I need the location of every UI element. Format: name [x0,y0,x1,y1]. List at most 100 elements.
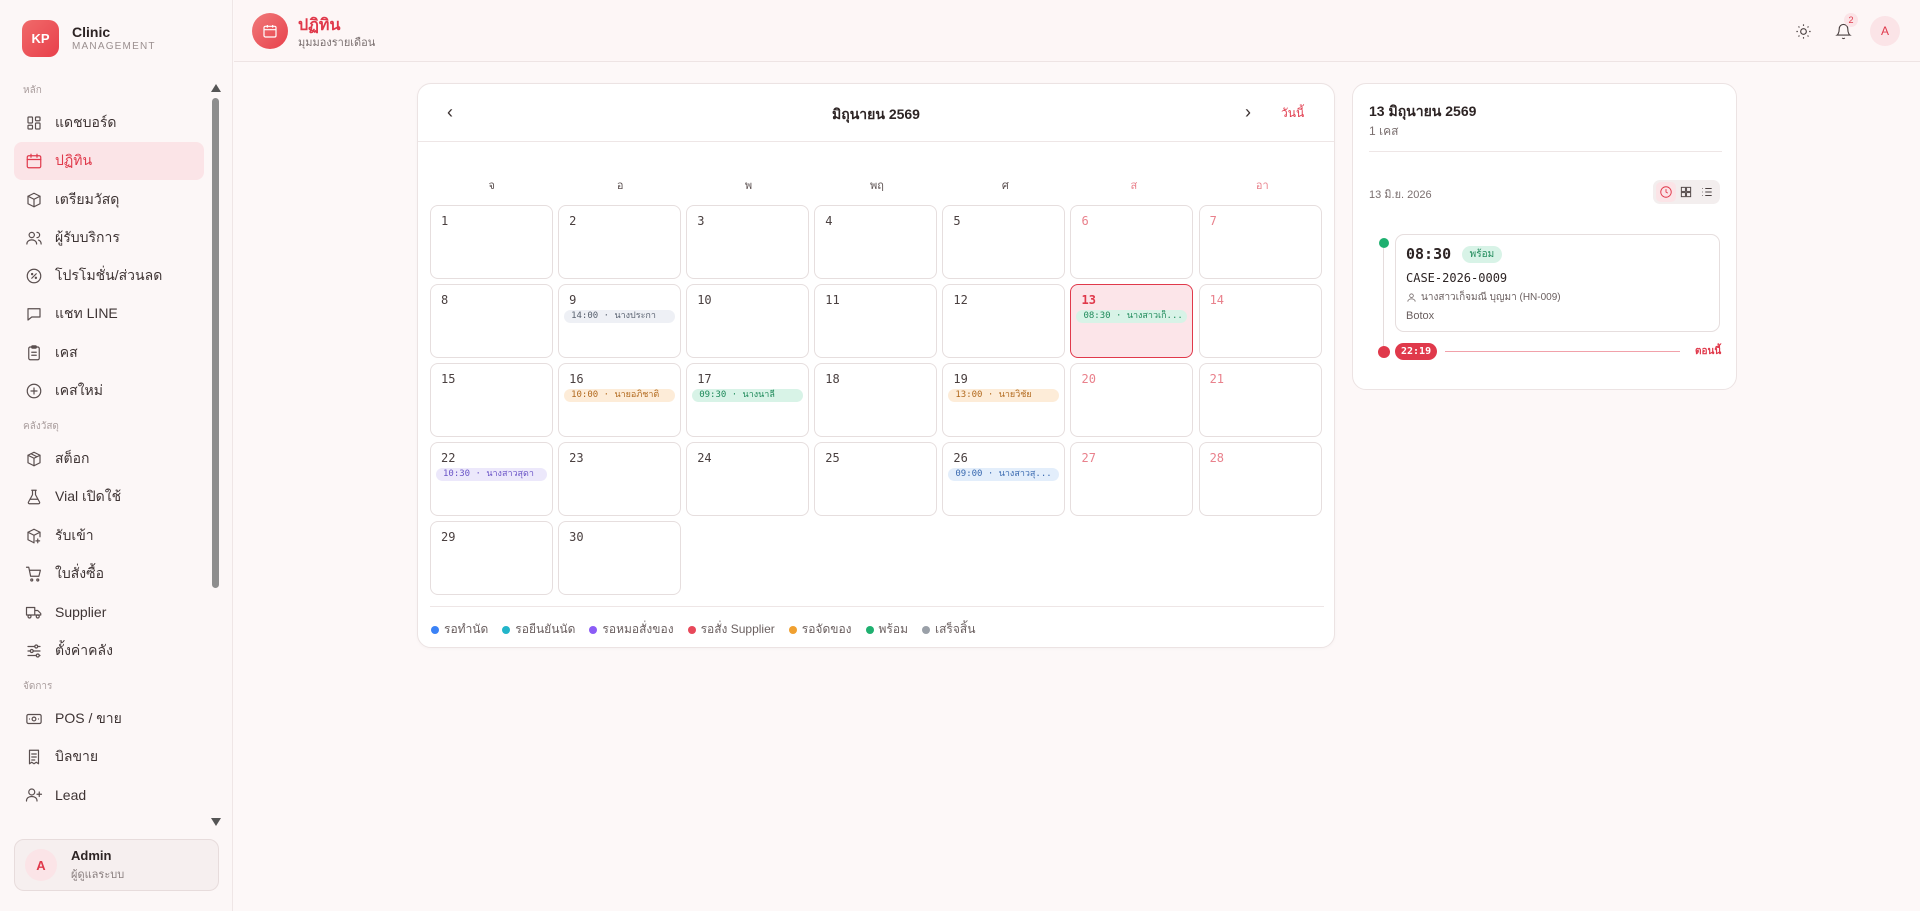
event-chip[interactable]: 10:00 · นายอภิชาติ [564,389,676,402]
divider [430,606,1324,607]
calendar-day[interactable]: 26 09:00 · นางสาวสุ... [942,442,1066,516]
sidebar-item[interactable]: เคสใหม่ [14,372,204,410]
sidebar-item-label: สต็อก [55,450,90,467]
calendar-day[interactable]: 29 [430,521,553,595]
calendar-day[interactable]: 16 10:00 · นายอภิชาติ [558,363,682,437]
sidebar-item-label: เตรียมวัสดุ [55,190,120,207]
grid-view-button[interactable] [1676,182,1696,202]
event-chip[interactable]: 10:30 · นางสาวสุดา [436,468,547,481]
event-chip[interactable]: 09:00 · นางสาวสุ... [948,468,1060,481]
calendar-day[interactable]: 19 13:00 · นายวิชัย [942,363,1066,437]
sidebar-item-label: POS / ขาย [55,709,122,726]
header-avatar[interactable]: A [1870,16,1900,46]
calendar-day[interactable]: 23 [558,442,682,516]
brand-sub: MANAGEMENT [72,40,156,52]
calendar-day[interactable]: 11 [814,284,938,358]
legend-dot [788,625,797,634]
calendar-day[interactable]: 8 [430,284,553,358]
calendar-day[interactable]: 9 14:00 · นางประกา [558,284,682,358]
brand[interactable]: KP Clinic MANAGEMENT [22,20,156,57]
sidebar-item[interactable]: ตั้งค่าคลัง [14,632,204,670]
sidebar-item[interactable]: แชท LINE [14,295,204,333]
calendar-day[interactable]: 21 [1198,363,1322,437]
next-month-button[interactable]: › [1238,102,1258,122]
calendar-day[interactable]: 27 [1070,442,1194,516]
calendar-day[interactable]: 4 [814,205,938,279]
sidebar-item[interactable]: เตรียมวัสดุ [14,181,204,219]
sidebar-item-label: ตั้งค่าคลัง [55,641,113,658]
event-chip[interactable]: 14:00 · นางประกา [564,310,676,323]
sidebar-item[interactable]: ใบสั่งซื้อ [14,555,204,593]
sidebar-item[interactable]: Lead [14,776,204,814]
calendar-day[interactable]: 10 [686,284,810,358]
calendar-day[interactable]: 1 [430,205,553,279]
today-button[interactable]: วันนี้ [1281,104,1304,123]
sidebar-item[interactable]: ปฏิทิน [14,142,204,181]
day-number: 30 [569,530,584,544]
sidebar-item[interactable]: สต็อก [14,440,204,478]
calendar-day[interactable]: 28 [1198,442,1322,516]
calendar-icon [24,151,44,171]
calendar-day[interactable]: 20 [1070,363,1194,437]
timeline-line [1383,248,1384,352]
sidebar-item[interactable]: Vial เปิดใช้ [14,478,204,516]
sidebar-item[interactable]: เคส [14,334,204,372]
timeline-view-button[interactable] [1656,182,1677,202]
sidebar-item[interactable]: POS / ขาย [14,700,204,738]
scroll-up-arrow[interactable] [211,84,221,92]
calendar-day[interactable]: 6 [1070,205,1194,279]
weekday-header: จ อ พ พฤ ศ ส อา [430,176,1324,196]
calendar-day[interactable]: 3 [686,205,810,279]
day-number: 19 [953,372,968,386]
day-number: 21 [1209,372,1225,386]
calendar-grid: 1 2 3 4 5 6 7 8 9 14:00 · นางประกา 10 11 12 13 08:30 ·… [430,205,1324,595]
user-card[interactable]: A Admin ผู้ดูแลระบบ [14,839,219,891]
calendar-day[interactable]: 14 [1198,284,1322,358]
event-chip[interactable]: 13:00 · นายวิชัย [948,389,1060,402]
legend-dot [687,625,696,634]
calendar-day-today[interactable]: 13 08:30 · นางสาวเก็... [1070,284,1194,358]
legend-item: รอหมอสั่งของ [589,620,674,639]
sidebar-scrollbar[interactable] [211,84,221,826]
calendar-card: ‹ มิถุนายน 2569 › วันนี้ จอพพฤศสอา 12345… [417,83,1335,648]
day-number: 20 [1081,372,1096,386]
sun-icon [1795,23,1811,39]
calendar-day[interactable]: 22 10:30 · นางสาวสุดา [430,442,553,516]
nav-section-title: จัดการ [23,680,53,692]
appointment-card[interactable]: 08:30 พร้อม CASE-2026-0009 นางสาวเก็จมณี… [1395,234,1720,332]
sidebar-item[interactable]: Supplier [14,593,204,631]
sidebar-item-label: ผู้รับบริการ [55,228,120,245]
theme-toggle-button[interactable] [1788,16,1818,46]
event-chip[interactable]: 08:30 · นางสาวเก็... [1076,310,1188,323]
calendar-day[interactable]: 24 [686,442,810,516]
day-detail-panel: 13 มิถุนายน 2569 1 เคส 13 มิ.ย. 2026 08:… [1352,83,1737,390]
calendar-day[interactable]: 12 [942,284,1066,358]
scroll-down-arrow[interactable] [211,818,221,826]
calendar-day[interactable]: 7 [1198,205,1322,279]
nav-section-title: คลังวัสดุ [23,421,59,433]
calendar-day[interactable]: 2 [558,205,682,279]
calendar-day[interactable]: 5 [942,205,1066,279]
calendar-day[interactable]: 25 [814,442,938,516]
appointment-time: 08:30 [1406,245,1452,263]
sidebar-item[interactable]: แดชบอร์ด [14,104,204,142]
sidebar-item[interactable]: โปรโมชั่น/ส่วนลด [14,257,204,295]
scroll-thumb[interactable] [212,98,219,588]
sidebar-item-label: เคส [55,343,78,360]
sidebar-item[interactable]: บิลขาย [14,738,204,776]
page-subtitle: มุมมองรายเดือน [298,37,376,49]
calendar-day[interactable]: 18 [814,363,938,437]
sidebar-item[interactable]: รับเข้า [14,517,204,555]
plus-circle-icon [24,381,44,401]
list-view-button[interactable] [1697,182,1717,202]
sidebar-item[interactable]: ผู้รับบริการ [14,219,204,257]
calendar-day[interactable]: 30 [558,521,682,595]
now-line [1445,351,1680,352]
notifications-button[interactable]: 2 [1828,13,1858,46]
event-chip[interactable]: 09:30 · นางนาลี [692,389,804,402]
calendar-day[interactable]: 17 09:30 · นางนาลี [686,363,810,437]
weekday-label: อา [1255,180,1269,192]
flask-icon [24,487,44,507]
legend-dot [431,625,439,634]
calendar-day[interactable]: 15 [430,363,553,437]
